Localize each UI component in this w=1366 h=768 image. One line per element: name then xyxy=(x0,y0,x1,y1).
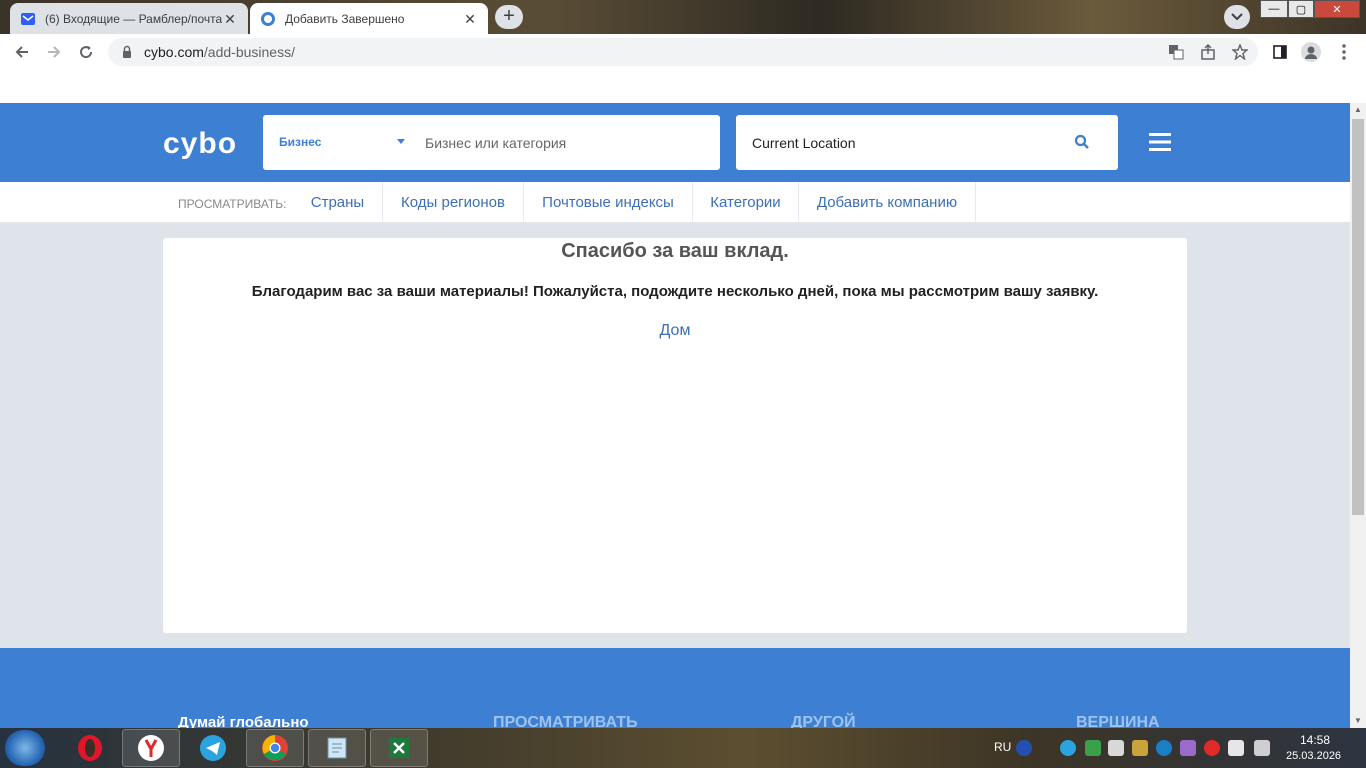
browser-tabstrip: (6) Входящие — Рамблер/почта ✕ Добавить … xyxy=(0,0,1366,34)
clock-date[interactable]: 25.03.2026 xyxy=(1286,750,1341,762)
tab-title: Добавить Завершено xyxy=(285,11,405,26)
cybo-favicon-icon xyxy=(260,11,276,27)
close-icon[interactable]: ✕ xyxy=(222,11,238,27)
lock-icon xyxy=(123,45,131,58)
search-icon[interactable] xyxy=(1074,134,1090,150)
chrome-icon[interactable] xyxy=(246,729,304,767)
url-host: cybo.com xyxy=(144,44,204,60)
browse-link-area-codes[interactable]: Коды регионов xyxy=(383,182,524,223)
clock-time[interactable]: 14:58 xyxy=(1300,733,1330,747)
location-input[interactable] xyxy=(752,132,1052,154)
forward-button[interactable] xyxy=(42,40,66,64)
help-icon[interactable] xyxy=(1016,740,1032,756)
yandex-tray-icon[interactable] xyxy=(1204,740,1220,756)
browser-toolbar: cybo.com/add-business/ xyxy=(0,34,1366,70)
location-box xyxy=(736,115,1118,170)
tab-search-button[interactable] xyxy=(1224,5,1250,29)
confirmation-message: Благодарим вас за ваши материалы! Пожалу… xyxy=(251,283,1099,300)
site-header: cybo Бизнес xyxy=(0,103,1350,182)
maximize-button[interactable]: ▢ xyxy=(1288,0,1314,18)
app-tray-icon[interactable] xyxy=(1180,740,1196,756)
profile-avatar-icon[interactable] xyxy=(1301,42,1321,62)
network-signal-icon[interactable] xyxy=(1132,740,1148,756)
language-indicator[interactable]: RU xyxy=(994,740,1011,754)
browse-link-countries[interactable]: Страны xyxy=(293,182,383,223)
translate-icon[interactable] xyxy=(1166,42,1186,62)
scroll-down-arrow-icon[interactable]: ▼ xyxy=(1350,714,1366,728)
cybo-logo[interactable]: cybo xyxy=(163,127,237,161)
bookmark-star-icon[interactable] xyxy=(1230,42,1250,62)
confirmation-card: Спасибо за ваш вклад. Благодарим вас за … xyxy=(163,238,1187,633)
arrow-left-icon xyxy=(15,46,28,58)
excel-icon[interactable] xyxy=(370,729,428,767)
opera-icon[interactable] xyxy=(61,729,119,767)
telegram-icon[interactable] xyxy=(184,729,242,767)
page-scrollbar[interactable]: ▲ ▼ xyxy=(1350,103,1366,728)
notepad-icon[interactable] xyxy=(308,729,366,767)
browse-link-add-business[interactable]: Добавить компанию xyxy=(799,182,976,223)
yandex-browser-icon[interactable] xyxy=(122,729,180,767)
hamburger-menu-icon[interactable] xyxy=(1149,132,1171,152)
tab-add-completed[interactable]: Добавить Завершено ✕ xyxy=(250,3,488,34)
reload-icon xyxy=(80,46,93,59)
minimize-button[interactable]: — xyxy=(1260,0,1288,18)
back-button[interactable] xyxy=(10,40,34,64)
window-close-button[interactable]: ✕ xyxy=(1314,0,1360,18)
action-center-flag-icon[interactable] xyxy=(1228,740,1244,756)
windows-start-button[interactable] xyxy=(5,730,45,766)
browse-link-postal-codes[interactable]: Почтовые индексы xyxy=(524,182,693,223)
scroll-up-arrow-icon[interactable]: ▲ xyxy=(1350,103,1366,117)
mail-icon xyxy=(20,11,36,27)
site-footer: Думай глобально ПРОСМАТРИВАТЬ ДРУГОЙ ВЕР… xyxy=(0,648,1350,731)
side-panel-icon[interactable] xyxy=(1270,42,1290,62)
category-select[interactable]: Бизнес xyxy=(279,135,321,149)
share-icon[interactable] xyxy=(1198,42,1218,62)
business-search-box: Бизнес xyxy=(263,115,720,170)
arrow-right-icon xyxy=(48,46,61,58)
reload-button[interactable] xyxy=(74,40,98,64)
bookmarks-bar xyxy=(0,70,1366,103)
caret-down-icon[interactable] xyxy=(397,139,405,144)
page-title: Спасибо за ваш вклад. xyxy=(561,240,789,262)
close-icon[interactable]: ✕ xyxy=(462,11,478,27)
business-search-input[interactable] xyxy=(425,132,705,154)
tab-title: (6) Входящие — Рамблер/почта xyxy=(45,11,222,26)
new-tab-button[interactable]: + xyxy=(495,5,523,29)
telegram-tray-icon[interactable] xyxy=(1060,740,1076,756)
scrollbar-thumb[interactable] xyxy=(1352,119,1364,515)
browse-bar: ПРОСМАТРИВАТЬ: Страны Коды регионов Почт… xyxy=(0,182,1350,223)
url-path: /add-business/ xyxy=(203,44,295,60)
kebab-menu-icon[interactable] xyxy=(1334,42,1354,62)
browse-label: ПРОСМАТРИВАТЬ: xyxy=(178,197,287,211)
volume-icon[interactable] xyxy=(1254,740,1270,756)
address-bar[interactable]: cybo.com/add-business/ xyxy=(108,38,1258,66)
browse-link-categories[interactable]: Категории xyxy=(693,182,799,223)
utorrent-icon[interactable] xyxy=(1085,740,1101,756)
windows-taskbar: RU 14:58 25.03.2026 xyxy=(0,728,1366,768)
edge-icon[interactable] xyxy=(1156,740,1172,756)
tab-rambler-mail[interactable]: (6) Входящие — Рамблер/почта ✕ xyxy=(10,3,248,34)
chevron-down-icon xyxy=(1231,13,1243,21)
clipboard-icon[interactable] xyxy=(1108,740,1124,756)
home-link[interactable]: Дом xyxy=(163,322,1187,340)
